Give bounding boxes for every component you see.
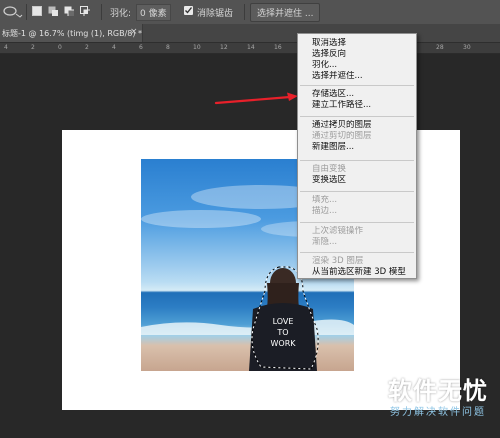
menu-item-select-inverse[interactable]: 选择反向 [312,49,412,60]
select-and-mask-button[interactable]: 选择并遮住 ... [250,3,321,22]
menu-item-free-transform: 自由变换 [312,164,347,174]
menu-separator [300,160,414,161]
antialias-label: 消除锯齿 [197,9,234,19]
intersect-selection-icon[interactable] [80,6,90,16]
menu-item-new-layer[interactable]: 新建图层... [312,142,412,153]
menu-separator [300,191,414,192]
subtract-from-selection-icon[interactable] [64,6,74,16]
document-tab[interactable]: 标题-1 @ 16.7% (timg (1), RGB/8) * × [0,24,143,42]
menu-item-deselect[interactable]: 取消选择 [312,38,412,49]
site-watermark: 软件无忧 努力解决软件问题 [376,376,500,438]
feather-label: 羽化: [110,9,132,19]
new-selection-icon[interactable] [32,6,42,16]
menu-item-last-filter: 上次滤镜操作 [312,226,364,236]
ruler-tick-label: 4 [112,44,116,51]
menu-separator [300,252,414,253]
add-to-selection-icon[interactable] [48,6,58,16]
menu-item-feather[interactable]: 羽化... [312,60,412,71]
document-tab-bar: 标题-1 @ 16.7% (timg (1), RGB/8) * × [0,24,500,43]
menu-separator [300,222,414,223]
menu-item-fill: 填充... [312,195,338,205]
shirt-text-line-1: LOVE [273,317,294,326]
horizontal-ruler: 42024681012141618202224262830 [0,43,500,54]
ruler-tick-label: 30 [463,44,471,51]
menu-item-transform-selection[interactable]: 变换选区 [312,175,412,186]
menu-item-new-3d-from-selection[interactable]: 从当前选区新建 3D 模型 [312,267,412,278]
document-tab-title: 标题-1 @ 16.7% (timg (1), RGB/8) * [2,29,143,38]
shirt-text-line-2: TO [276,328,288,337]
ruler-tick-label: 6 [139,44,143,51]
watermark-tagline: 努力解决软件问题 [390,407,486,418]
ruler-tick-label: 2 [31,44,35,51]
shirt-text-line-3: WORK [270,339,296,348]
menu-separator [300,85,414,86]
menu-item-save-selection[interactable]: 存储选区... [312,89,412,100]
toolbar-divider [26,4,27,20]
menu-item-render-3d-layer: 渲染 3D 图层 [312,256,364,266]
menu-item-layer-via-cut: 通过剪切的图层 [312,131,372,141]
context-menu: 取消选择 选择反向 羽化... 选择并遮住... 存储选区... 建立工作路径.… [297,33,417,279]
check-icon [185,7,193,14]
options-bar: 羽化: 0 像素 消除锯齿 选择并遮住 ... [0,0,500,25]
menu-item-stroke: 描边... [312,206,338,216]
menu-item-make-work-path[interactable]: 建立工作路径... [312,100,412,111]
ruler-tick-label: 8 [166,44,170,51]
toolbar-divider [244,4,245,20]
feather-input[interactable]: 0 像素 [136,4,171,21]
red-arrow [214,92,298,105]
ruler-tick-label: 28 [436,44,444,51]
menu-separator [300,116,414,117]
menu-item-layer-via-copy[interactable]: 通过拷贝的图层 [312,120,412,131]
ruler-tick-label: 14 [247,44,255,51]
menu-item-select-and-mask[interactable]: 选择并遮住... [312,71,412,82]
ruler-tick-label: 16 [274,44,282,51]
ruler-tick-label: 4 [4,44,8,51]
antialias-checkbox[interactable] [184,6,193,15]
toolbar-divider [101,4,102,20]
ruler-tick-label: 2 [85,44,89,51]
ruler-tick-label: 10 [193,44,201,51]
close-tab-icon[interactable]: × [130,27,138,37]
lasso-tool-icon[interactable] [2,5,24,19]
watermark-brand: 软件无忧 [388,377,488,405]
menu-item-fade: 渐隐... [312,237,338,247]
ruler-tick-label: 0 [58,44,62,51]
ruler-tick-label: 12 [220,44,228,51]
